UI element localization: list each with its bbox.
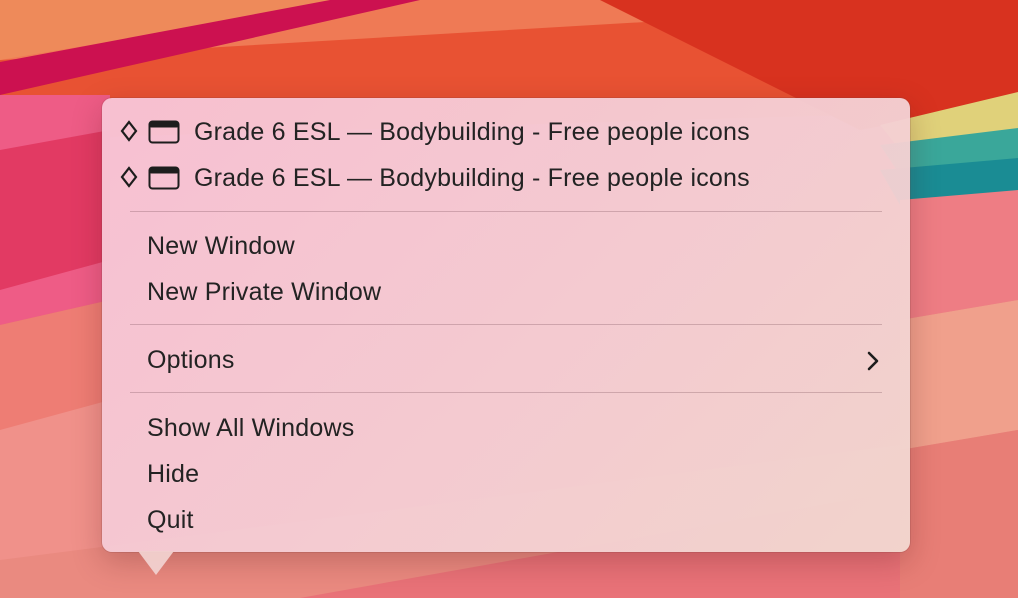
options-item[interactable]: Options [102, 337, 910, 383]
window-item-label: Grade 6 ESL — Bodybuilding - Free people… [194, 118, 750, 146]
hide-label: Hide [147, 460, 200, 488]
show-all-windows-label: Show All Windows [147, 414, 355, 442]
menu-pointer-tail [138, 551, 174, 575]
show-all-windows-item[interactable]: Show All Windows [102, 405, 910, 451]
new-window-label: New Window [147, 232, 295, 260]
new-private-window-item[interactable]: New Private Window [102, 269, 910, 315]
window-item-label: Grade 6 ESL — Bodybuilding - Free people… [194, 164, 750, 192]
hide-item[interactable]: Hide [102, 451, 910, 497]
new-window-item[interactable]: New Window [102, 223, 910, 269]
options-label: Options [147, 346, 235, 374]
menu-separator [130, 211, 882, 212]
quit-label: Quit [147, 506, 194, 534]
new-private-window-label: New Private Window [147, 278, 382, 306]
browser-window-icon [148, 166, 180, 190]
window-item-1[interactable]: Grade 6 ESL — Bodybuilding - Free people… [102, 109, 910, 155]
menu-separator [130, 392, 882, 393]
diamond-icon [120, 120, 138, 142]
quit-item[interactable]: Quit [102, 497, 910, 543]
browser-window-icon [148, 120, 180, 144]
window-item-2[interactable]: Grade 6 ESL — Bodybuilding - Free people… [102, 155, 910, 201]
diamond-icon [120, 166, 138, 188]
chevron-right-icon [867, 351, 879, 371]
menu-separator [130, 324, 882, 325]
dock-context-menu: Grade 6 ESL — Bodybuilding - Free people… [102, 98, 910, 552]
